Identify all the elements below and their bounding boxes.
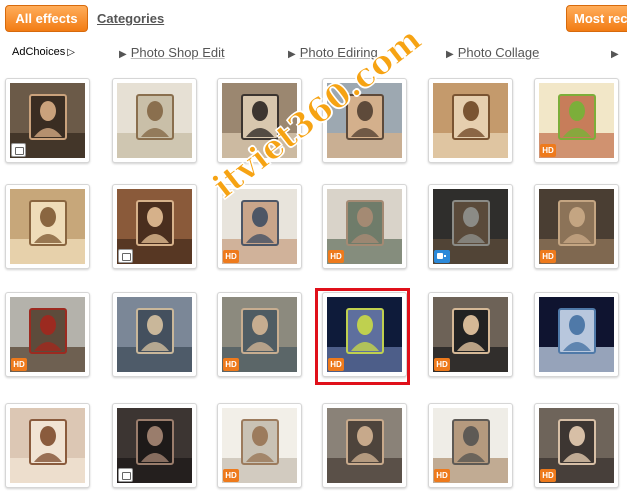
effect-thumbnail[interactable]: HD	[322, 292, 407, 377]
all-effects-button[interactable]: All effects	[5, 5, 88, 32]
effect-preview-image: HD	[539, 408, 614, 483]
effect-preview-image	[117, 297, 192, 372]
play-arrow-icon: ▶	[611, 49, 619, 60]
effect-preview-image: HD	[327, 189, 402, 264]
effect-thumbnail[interactable]	[534, 292, 619, 377]
effect-thumbnail[interactable]	[112, 292, 197, 377]
ad-link-photo-collage[interactable]: ▶ Photo Collage	[446, 45, 539, 60]
hd-badge: HD	[540, 144, 556, 157]
effect-thumbnail[interactable]: HD	[534, 403, 619, 488]
effect-thumbnail[interactable]: HD	[217, 292, 302, 377]
effect-preview-image	[433, 83, 508, 158]
effect-preview-image	[539, 297, 614, 372]
video-icon	[434, 250, 450, 263]
adchoices-icon: ▷	[67, 47, 75, 58]
effect-thumbnail[interactable]: HD	[534, 78, 619, 163]
effect-thumbnail[interactable]	[112, 403, 197, 488]
effect-preview-image: HD	[539, 189, 614, 264]
hd-badge: HD	[540, 250, 556, 263]
effect-thumbnail[interactable]	[112, 184, 197, 269]
effect-thumbnail[interactable]: HD	[322, 184, 407, 269]
effect-preview-image: HD	[222, 408, 297, 483]
effect-preview-image	[433, 189, 508, 264]
hd-badge: HD	[223, 250, 239, 263]
effect-thumbnail[interactable]	[5, 184, 90, 269]
camera-icon	[11, 143, 26, 157]
adchoices-label: AdChoices	[12, 46, 66, 58]
effect-preview-image: HD	[222, 297, 297, 372]
ads-bar: AdChoices ▷ ▶ Photo Shop Edit ▶ Photo Ediri…	[0, 42, 627, 64]
most-recent-button[interactable]: Most rec	[566, 5, 627, 32]
camera-icon	[118, 249, 133, 263]
hd-badge: HD	[223, 358, 239, 371]
play-arrow-icon: ▶	[288, 49, 296, 60]
effect-thumbnail[interactable]: HD	[217, 403, 302, 488]
hd-badge: HD	[11, 358, 27, 371]
effect-thumbnail[interactable]	[5, 403, 90, 488]
effect-thumbnail[interactable]: HD	[428, 403, 513, 488]
effect-preview-image	[10, 83, 85, 158]
hd-badge: HD	[328, 358, 344, 371]
play-arrow-icon: ▶	[446, 49, 454, 60]
ad-link-label: Photo Collage	[457, 45, 540, 60]
camera-icon	[118, 468, 133, 482]
hd-badge: HD	[434, 469, 450, 482]
effect-preview-image	[327, 408, 402, 483]
effect-preview-image	[10, 189, 85, 264]
effect-preview-image: HD	[433, 297, 508, 372]
effect-preview-image	[117, 408, 192, 483]
effect-preview-image	[117, 189, 192, 264]
effect-thumbnail[interactable]: HD	[428, 292, 513, 377]
effect-thumbnail[interactable]	[322, 403, 407, 488]
adchoices[interactable]: AdChoices ▷	[12, 46, 75, 58]
effect-thumbnail[interactable]	[428, 78, 513, 163]
hd-badge: HD	[540, 469, 556, 482]
ad-link-more[interactable]: ▶	[611, 45, 623, 60]
categories-link[interactable]: Categories	[97, 11, 164, 26]
ad-link-photo-shop-edit[interactable]: ▶ Photo Shop Edit	[119, 45, 225, 60]
effect-preview-image: HD	[327, 297, 402, 372]
hd-badge: HD	[328, 250, 344, 263]
effect-preview-image	[10, 408, 85, 483]
ad-link-label: Photo Shop Edit	[130, 45, 225, 60]
top-bar: All effects Categories Most rec	[0, 0, 627, 36]
effect-preview-image: HD	[10, 297, 85, 372]
effect-preview-image: HD	[433, 408, 508, 483]
effect-preview-image	[117, 83, 192, 158]
effect-thumbnail[interactable]	[5, 78, 90, 163]
hd-badge: HD	[434, 358, 450, 371]
hd-badge: HD	[223, 469, 239, 482]
effect-preview-image: HD	[539, 83, 614, 158]
effect-thumbnail[interactable]: HD	[5, 292, 90, 377]
effect-thumbnail[interactable]: HD	[534, 184, 619, 269]
play-arrow-icon: ▶	[119, 49, 127, 60]
effect-thumbnail[interactable]	[112, 78, 197, 163]
effect-thumbnail[interactable]	[428, 184, 513, 269]
